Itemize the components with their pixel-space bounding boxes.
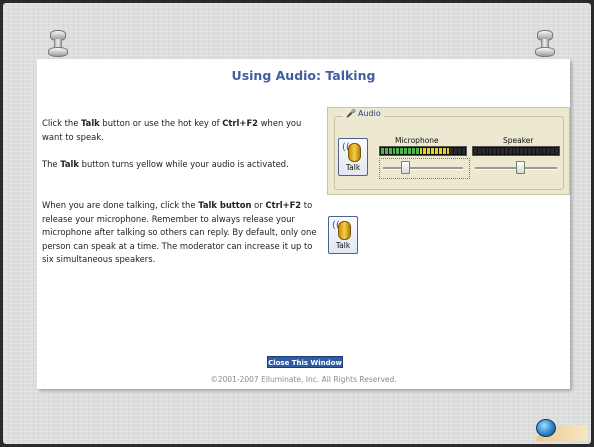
microphone-slider-track[interactable] — [383, 167, 463, 170]
speaker-meter — [472, 146, 560, 156]
content-window: Using Audio: Talking Click the Talk butt… — [37, 59, 570, 389]
audio-group: 🎤 Audio (( Talk Microphone Speaker — [334, 109, 564, 190]
pushpin-left-icon — [48, 30, 68, 57]
microphone-icon: 🎤 — [346, 109, 356, 118]
talk-button-example[interactable]: (( Talk — [328, 216, 358, 254]
page-title: Using Audio: Talking — [231, 68, 376, 83]
microphone-icon — [338, 221, 351, 240]
audio-panel: 🎤 Audio (( Talk Microphone Speaker — [327, 107, 570, 195]
slide-background: Using Audio: Talking Click the Talk butt… — [3, 3, 591, 444]
microphone-label: Microphone — [395, 136, 439, 145]
microphone-meter — [379, 146, 467, 156]
corner-decoration-icon — [528, 415, 588, 441]
instruction-paragraph-2: The Talk button turns yellow while your … — [42, 159, 289, 169]
instruction-paragraph-1: Click the Talk button or use the hot key… — [42, 118, 302, 142]
audio-legend: 🎤 Audio — [343, 109, 384, 118]
microphone-slider-thumb[interactable] — [401, 161, 410, 174]
instruction-paragraph-3: When you are done talking, click the Tal… — [42, 200, 317, 265]
close-window-button[interactable]: Close This Window — [267, 356, 343, 368]
pushpin-right-icon — [535, 30, 555, 57]
copyright-text: ©2001-2007 Elluminate, Inc. All Rights R… — [210, 375, 397, 384]
speaker-slider-thumb[interactable] — [516, 161, 525, 174]
talk-button[interactable]: (( Talk — [338, 138, 368, 176]
microphone-icon — [348, 143, 361, 162]
speaker-label: Speaker — [503, 136, 534, 145]
